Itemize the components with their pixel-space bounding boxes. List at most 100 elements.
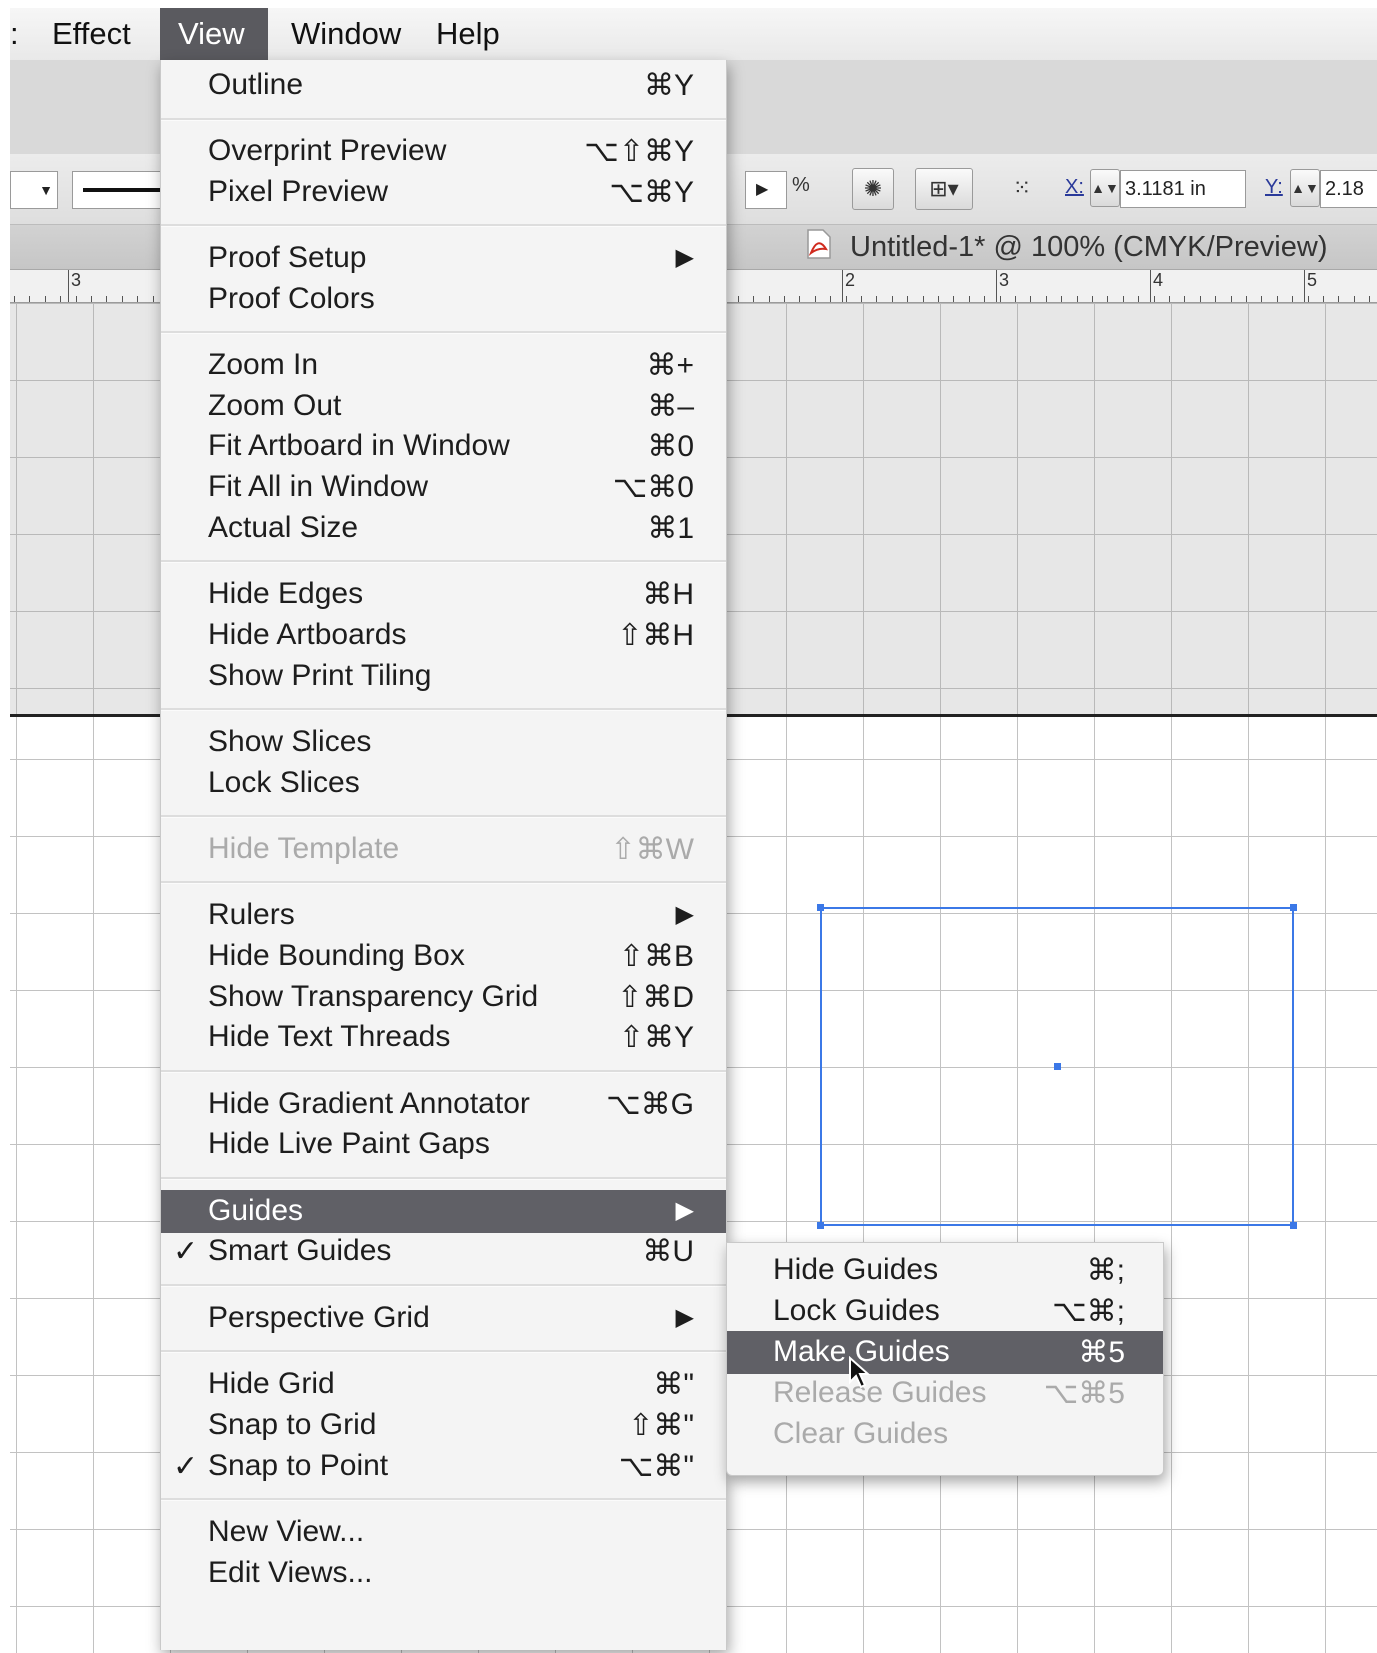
ruler-number: 3 — [71, 270, 82, 290]
menu-item-guides[interactable]: Guides ▶ — [161, 1190, 726, 1233]
ruler-tick — [1076, 296, 1078, 302]
menu-item-show-transparency-grid[interactable]: Show Transparency Grid ⇧⌘D — [161, 976, 726, 1019]
menu-item-hide-template: Hide Template ⇧⌘W — [161, 828, 726, 871]
menu-effect[interactable]: Effect — [34, 8, 149, 60]
menu-item-show-print-tiling[interactable]: Show Print Tiling — [161, 655, 726, 698]
ruler-tick — [999, 296, 1001, 302]
selection-handle[interactable] — [1290, 1222, 1297, 1229]
menu-item-snap-to-grid[interactable]: Snap to Grid ⇧⌘" — [161, 1404, 726, 1447]
menu-view[interactable]: View — [160, 8, 268, 60]
x-input[interactable]: 3.1181 in — [1120, 170, 1246, 208]
submenu-item-lock-guides[interactable]: Lock Guides ⌥⌘; — [727, 1290, 1163, 1333]
ruler-number: 3 — [999, 270, 1010, 290]
menu-item-label: Proof Setup — [208, 241, 367, 274]
menu-item-hide-artboards[interactable]: Hide Artboards ⇧⌘H — [161, 614, 726, 657]
ruler-tick — [845, 296, 847, 302]
menu-item-smart-guides[interactable]: ✓ Smart Guides ⌘U — [161, 1230, 726, 1273]
x-stepper[interactable]: ▲▼ — [1090, 169, 1120, 207]
document-tab-title[interactable]: Untitled-1* @ 100% (CMYK/Preview) — [850, 225, 1327, 269]
menu-item-hide-gradient-annotator[interactable]: Hide Gradient Annotator ⌥⌘G — [161, 1083, 726, 1126]
menu-item-shortcut: ⇧⌘H — [617, 619, 694, 652]
menu-item-hide-text-threads[interactable]: Hide Text Threads ⇧⌘Y — [161, 1016, 726, 1059]
ruler-tick — [137, 296, 139, 302]
selection-handle[interactable] — [1290, 904, 1297, 911]
reference-point-button[interactable]: ⁙ — [1002, 168, 1042, 208]
menu-window[interactable]: Window — [273, 8, 419, 60]
menu-item-shortcut: ⌘+ — [646, 349, 694, 382]
submenu-item-hide-guides[interactable]: Hide Guides ⌘; — [727, 1249, 1163, 1292]
selection-handle[interactable] — [817, 1222, 824, 1229]
menu-item-label: Show Transparency Grid — [208, 980, 539, 1013]
menu-item-zoom-out[interactable]: Zoom Out ⌘– — [161, 385, 726, 428]
menu-separator — [161, 118, 726, 121]
menu-item-rulers[interactable]: Rulers ▶ — [161, 894, 726, 937]
menu-item-snap-to-point[interactable]: ✓ Snap to Point ⌥⌘" — [161, 1445, 726, 1488]
menu-help[interactable]: Help — [418, 8, 518, 60]
ruler-tick — [1199, 296, 1201, 302]
opacity-arrow-button[interactable]: ▶ — [745, 171, 787, 209]
menu-item-label: Hide Gradient Annotator — [208, 1087, 530, 1120]
ruler-tick — [768, 296, 770, 302]
ruler-tick — [1030, 296, 1032, 302]
menu-item-hide-bounding-box[interactable]: Hide Bounding Box ⇧⌘B — [161, 935, 726, 978]
ruler-tick — [1323, 296, 1324, 302]
y-label: Y: — [1265, 176, 1283, 198]
recolor-button[interactable]: ✺ — [852, 168, 894, 210]
menu-item-overprint-preview[interactable]: Overprint Preview ⌥⇧⌘Y — [161, 130, 726, 173]
unit-dropdown[interactable]: ▼ — [10, 171, 58, 209]
menu-separator — [161, 1284, 726, 1287]
menu-item-label: Hide Bounding Box — [208, 939, 465, 972]
menu-item-fit-all-in-window[interactable]: Fit All in Window ⌥⌘0 — [161, 466, 726, 509]
stroke-dropdown[interactable] — [72, 171, 168, 209]
menu-item-proof-setup[interactable]: Proof Setup ▶ — [161, 237, 726, 280]
submenu-item-make-guides[interactable]: Make Guides ⌘5 — [727, 1331, 1163, 1374]
menu-item-new-view[interactable]: New View... — [161, 1511, 726, 1554]
checkmark-icon: ✓ — [173, 1235, 199, 1268]
menu-item-show-slices[interactable]: Show Slices — [161, 721, 726, 764]
submenu-arrow-icon: ▶ — [675, 901, 694, 928]
menu-partial[interactable]: : — [0, 8, 37, 60]
menu-item-label: Overprint Preview — [208, 134, 447, 167]
menu-item-actual-size[interactable]: Actual Size ⌘1 — [161, 507, 726, 550]
ruler-tick — [1015, 296, 1016, 302]
menu-item-proof-colors[interactable]: Proof Colors — [161, 278, 726, 321]
menu-item-fit-artboard-in-window[interactable]: Fit Artboard in Window ⌘0 — [161, 425, 726, 468]
menu-item-outline[interactable]: Outline ⌘Y — [161, 64, 726, 107]
selection-handle[interactable] — [817, 904, 824, 911]
menu-item-label: Edit Views... — [208, 1556, 373, 1589]
submenu-item-release-guides: Release Guides ⌥⌘5 — [727, 1372, 1163, 1415]
submenu-item-clear-guides: Clear Guides — [727, 1413, 1163, 1456]
menu-item-label: Lock Guides — [773, 1294, 940, 1327]
ruler-tick — [152, 296, 154, 302]
menu-item-label: Hide Live Paint Gaps — [208, 1127, 490, 1160]
align-button[interactable]: ⊞▾ — [915, 168, 973, 210]
menu-item-label: Zoom Out — [208, 389, 342, 422]
ruler-tick — [1107, 296, 1109, 302]
ruler-tick — [1169, 296, 1170, 302]
submenu-arrow-icon: ▶ — [675, 1197, 694, 1224]
menu-item-hide-live-paint-gaps[interactable]: Hide Live Paint Gaps — [161, 1123, 726, 1166]
menu-item-label: Actual Size — [208, 511, 359, 544]
y-stepper[interactable]: ▲▼ — [1290, 169, 1320, 207]
menu-item-zoom-in[interactable]: Zoom In ⌘+ — [161, 344, 726, 387]
menu-item-perspective-grid[interactable]: Perspective Grid ▶ — [161, 1297, 726, 1340]
checkmark-icon: ✓ — [173, 1450, 199, 1483]
ruler-tick — [75, 296, 77, 302]
ruler-tick — [1230, 296, 1232, 302]
menu-item-label: Release Guides — [773, 1376, 987, 1409]
menu-item-shortcut: ⌘U — [642, 1235, 694, 1268]
ruler-tick — [91, 296, 92, 302]
ruler-tick — [1261, 296, 1263, 302]
menu-item-label: Rulers — [208, 898, 295, 931]
selected-rectangle[interactable] — [817, 904, 1297, 1229]
menu-item-hide-grid[interactable]: Hide Grid ⌘" — [161, 1363, 726, 1406]
menu-item-edit-views[interactable]: Edit Views... — [161, 1552, 726, 1595]
menu-item-label: Smart Guides — [208, 1234, 392, 1267]
menu-item-pixel-preview[interactable]: Pixel Preview ⌥⌘Y — [161, 171, 726, 214]
menu-separator — [161, 331, 726, 334]
y-input[interactable]: 2.18 — [1320, 170, 1377, 208]
ruler-tick — [1122, 296, 1124, 302]
ruler-tick — [1246, 296, 1247, 302]
menu-item-hide-edges[interactable]: Hide Edges ⌘H — [161, 573, 726, 616]
menu-item-lock-slices[interactable]: Lock Slices — [161, 762, 726, 805]
